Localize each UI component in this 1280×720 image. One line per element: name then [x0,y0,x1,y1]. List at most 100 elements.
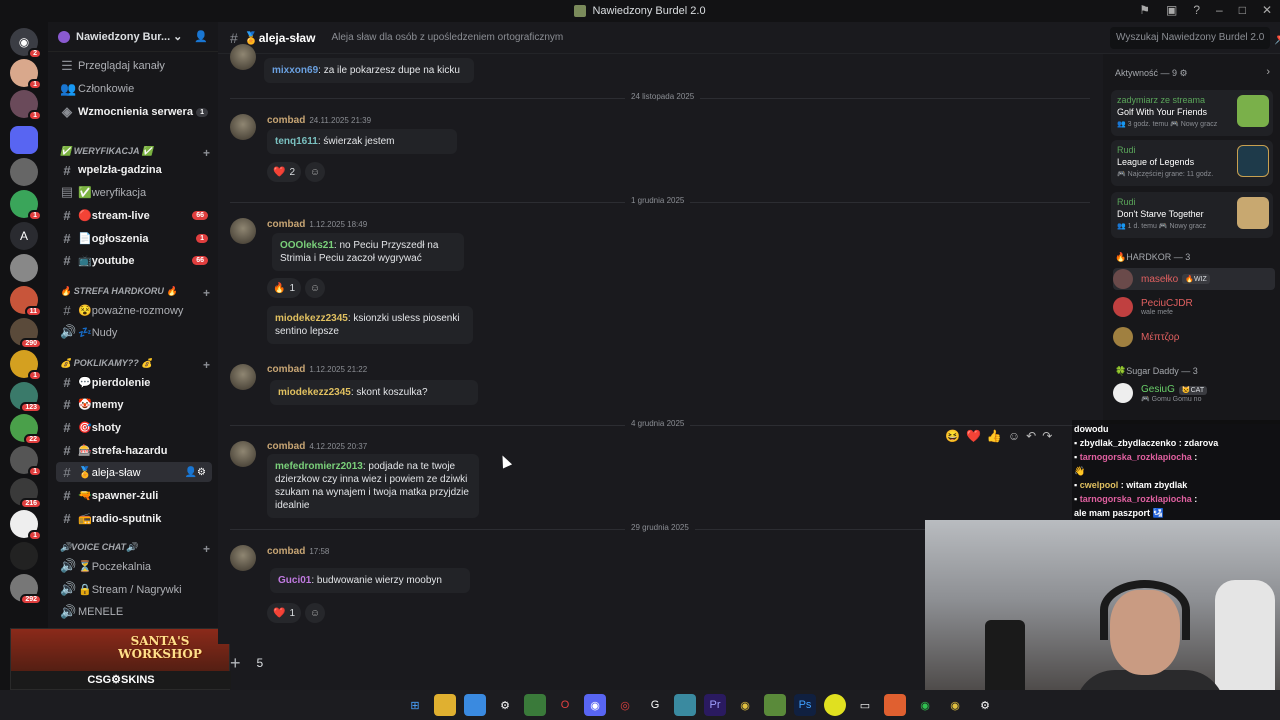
activity-card[interactable]: zadymiarz ze streama Golf With Your Frie… [1111,90,1273,136]
channel-weryfikacja[interactable]: ▤ ✅weryfikacja [56,182,212,202]
search-input[interactable]: Wyszukaj Nawiedzony Burdel 2.0 [1110,27,1270,49]
snapchat-icon[interactable] [824,694,846,716]
server-icon[interactable]: 1 [10,510,42,541]
app-icon[interactable]: ⚙ [974,694,996,716]
channel-youtube[interactable]: # 📺youtube 66 [56,250,212,270]
member-item[interactable]: masełko 🔥WIZ [1113,268,1275,290]
channel-powazne-rozmowy[interactable]: # 😵poważne-rozmowy [56,300,212,320]
add-reaction-icon[interactable]: ☺ [305,603,325,623]
category-verification[interactable]: ✅ WERYFIKACJA ✅ + [60,146,210,160]
member-item[interactable]: PeciuCJDR wale mefe [1113,296,1275,318]
minecraft-icon[interactable] [764,694,786,716]
attach-plus-icon[interactable]: + [230,653,241,674]
photoshop-icon[interactable]: Ps [794,694,816,716]
channel-shoty[interactable]: # 🎯shoty [56,417,212,437]
add-channel-icon[interactable]: + [203,358,210,372]
inbox-icon[interactable]: ⚑ [1139,3,1150,17]
browse-channels[interactable]: ☰ Przeglądaj kanały [56,56,212,76]
reaction-fire[interactable]: 🔥 1 [267,278,302,298]
reaction-heart[interactable]: ❤️ 1 [267,603,302,623]
react-laugh-button[interactable]: 😆 [945,429,960,443]
server-boosts[interactable]: ◈ Wzmocnienia serwera 1 [56,102,212,122]
guild-header[interactable]: Nawiedzony Bur... ⌄ 👤 [48,22,218,52]
message-author[interactable]: combad 1.12.2025 21:22 [267,364,367,375]
channel-ogloszenia[interactable]: # 📄ogłoszenia 1 [56,228,212,248]
app-icon[interactable]: G [644,694,666,716]
add-channel-icon[interactable]: + [203,286,210,300]
member-item[interactable]: Μέπτζορ [1113,326,1275,348]
avatar[interactable] [230,545,256,571]
members-link[interactable]: 👥 Członkowie [56,79,212,99]
channel-topic[interactable]: Aleja sław dla osób z upośledzeniem orto… [331,32,563,43]
voice-stream-nagrywki[interactable]: 🔊 🔒Stream / Nagrywki [56,579,212,599]
category-voice[interactable]: 🔊VOICE CHAT🔊 + [60,542,210,556]
activity-header[interactable]: Aktywność — 9 ⚙ [1115,68,1188,79]
message-author[interactable]: combad 24.11.2025 21:39 [267,115,371,126]
server-icon[interactable]: A [10,222,38,250]
screen-icon[interactable]: ▣ [1166,3,1177,17]
avatar[interactable] [230,114,256,140]
add-user-icon[interactable]: 👤 [194,30,208,43]
server-icon[interactable]: 1 [10,350,42,381]
app-icon[interactable]: ▭ [854,694,876,716]
server-icon[interactable] [10,542,38,570]
server-icon[interactable] [10,254,38,282]
close-button[interactable]: ✕ [1262,3,1272,17]
steam-icon[interactable]: ⚙ [494,694,516,716]
server-icon[interactable]: 123 [10,382,42,413]
add-reaction-icon[interactable]: ☺ [305,162,325,182]
message-input[interactable]: 5 [257,656,264,670]
channel-pierdolenie[interactable]: # 💬pierdolenie [56,372,212,392]
channel-strefa-hazardu[interactable]: # 🎰strefa-hazardu [56,440,212,460]
voice-menele[interactable]: 🔊 MENELE [56,602,212,622]
app-icon[interactable] [524,694,546,716]
server-icon[interactable] [10,158,38,186]
help-icon[interactable]: ? [1193,3,1200,17]
forward-button[interactable]: ↷ [1042,429,1052,443]
avatar[interactable] [230,218,256,244]
react-heart-button[interactable]: ❤️ [966,429,981,443]
channel-spawner-zuli[interactable]: # 🔫spawner-żuli [56,485,212,505]
app-icon[interactable]: ◎ [614,694,636,716]
channel-nudy[interactable]: 🔊 💤Nudy [56,322,212,342]
message-author[interactable]: combad 1.12.2025 18:49 [267,219,367,230]
server-icon[interactable]: 22 [10,414,42,445]
add-channel-icon[interactable]: + [203,542,210,556]
add-reaction-icon[interactable]: ☺ [305,278,325,298]
category-poklikamy[interactable]: 💰 POKLIKAMY?? 💰 + [60,358,210,372]
server-icon[interactable]: 11 [10,286,42,317]
server-icon[interactable]: 290 [10,318,42,349]
chevron-right-icon[interactable]: › [1266,66,1270,78]
discord-icon[interactable]: ◉ [584,694,606,716]
channel-aleja-slaw[interactable]: # 🏅aleja-sław 👤⚙ [56,462,212,482]
server-icon[interactable]: 216 [10,478,42,509]
copilot-icon[interactable] [464,694,486,716]
add-channel-icon[interactable]: + [203,146,210,160]
file-explorer-icon[interactable] [434,694,456,716]
server-icon[interactable]: 1 [10,59,42,90]
activity-card[interactable]: Rudi Don't Starve Together 👥 1 d. temu 🎮… [1111,192,1273,238]
category-hardcore[interactable]: 🔥 STREFA HARDKORU 🔥 + [60,286,210,300]
windows-start-icon[interactable]: ⊞ [404,694,426,716]
invite-settings-icon[interactable]: 👤⚙ [185,467,206,478]
channel-radio-sputnik[interactable]: # 📻radio-sputnik [56,508,212,528]
server-icon[interactable]: 1 [10,190,42,221]
activity-card[interactable]: Rudi League of Legends 🎮 Najczęściej gra… [1111,140,1273,186]
channel-memy[interactable]: # 🤡memy [56,394,212,414]
channel-stream-live[interactable]: # 🔴stream-live 66 [56,205,212,225]
server-icon[interactable]: 1 [10,90,42,121]
chrome-icon[interactable]: ◉ [944,694,966,716]
message-author[interactable]: combad 4.12.2025 20:37 [267,441,367,452]
server-icon-active[interactable] [10,126,38,154]
add-reaction-button[interactable]: ☺ [1008,429,1020,443]
chevron-down-icon[interactable]: ⌄ [173,30,182,43]
voice-poczekalnia[interactable]: 🔊 ⏳Poczekalnia [56,556,212,576]
channel-wpelzla-gadzina[interactable]: # wpelzła-gadzina [56,160,212,180]
server-icon[interactable]: 1 [10,446,42,477]
maximize-button[interactable]: □ [1239,3,1246,17]
member-item[interactable]: GesiuG 😺CAT 🎮 Gomu Gomu no [1113,382,1275,404]
reply-button[interactable]: ↶ [1026,429,1036,443]
app-icon[interactable] [674,694,696,716]
message-author[interactable]: combad 17:58 [267,546,329,557]
server-icon[interactable]: 292 [10,574,42,605]
